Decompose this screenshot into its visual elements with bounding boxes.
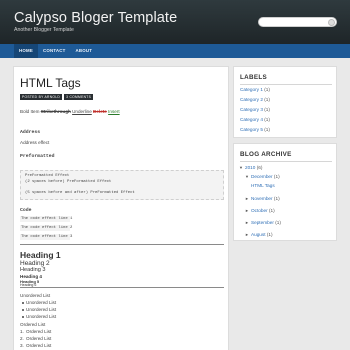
nav-item-about[interactable]: ABOUT: [71, 44, 98, 58]
list-item: Ordered List: [26, 336, 52, 341]
ordered-list-label: Ordered List: [20, 322, 46, 327]
label-item[interactable]: Category 2 (1): [240, 97, 270, 102]
archive-count: (1): [268, 208, 275, 213]
label-link[interactable]: Category 5: [240, 127, 263, 132]
pre-line: (5 spaces before and after) PreFormatted…: [25, 191, 135, 195]
labels-widget: LABELS Category 1 (1) Category 2 (1) Cat…: [233, 66, 337, 138]
search-box: [258, 17, 337, 27]
code-label: Code: [20, 208, 32, 213]
inline-formatting-line: Bold Item Strikethrough Underline Delete…: [20, 109, 120, 114]
archive-month-link[interactable]: September: [251, 220, 274, 225]
heading-2: Heading 2: [20, 260, 50, 267]
label-link[interactable]: Category 2: [240, 97, 263, 102]
label-link[interactable]: Category 4: [240, 117, 263, 122]
label-item[interactable]: Category 4 (1): [240, 117, 270, 122]
bullet-icon: [22, 302, 24, 304]
label-count: (1): [264, 117, 270, 122]
site-title[interactable]: Calypso Bloger Template: [14, 10, 177, 26]
list-number: 3.: [20, 343, 24, 348]
nav-item-contact[interactable]: CONTACT: [38, 44, 71, 58]
post-meta: POSTED BY ARNOLD 3 COMMENTS: [20, 94, 94, 100]
label-link[interactable]: Category 3: [240, 107, 263, 112]
archive-widget-title: BLOG ARCHIVE: [240, 151, 292, 158]
collapse-arrow-icon[interactable]: ▼: [245, 174, 249, 179]
list-item: Ordered List: [26, 329, 52, 334]
heading-3: Heading 3: [20, 267, 46, 273]
widget-divider: [240, 161, 332, 162]
archive-count: (1): [266, 232, 273, 237]
post-container: HTML Tags POSTED BY ARNOLD 3 COMMENTS Bo…: [13, 66, 229, 350]
bullet-icon: [22, 316, 24, 318]
search-button[interactable]: [328, 19, 335, 26]
label-item[interactable]: Category 3 (1): [240, 107, 270, 112]
list-number: 1.: [20, 329, 24, 334]
post-comments-badge[interactable]: 3 COMMENTS: [64, 94, 94, 100]
archive-count: (1): [273, 196, 280, 201]
post-author-badge[interactable]: POSTED BY ARNOLD: [20, 94, 63, 100]
heading-1: Heading 1: [20, 250, 61, 260]
code-line: The code effect line 2: [20, 225, 73, 231]
list-item: Ordered List: [26, 343, 52, 348]
archive-month-link[interactable]: November: [251, 196, 273, 201]
archive-count: (1): [273, 174, 280, 179]
label-count: (1): [264, 87, 270, 92]
archive-year[interactable]: ▼ 2010 (6): [239, 165, 262, 170]
archive-year-link[interactable]: 2010: [245, 165, 255, 170]
preformatted-label: Preformatted: [20, 154, 55, 159]
archive-count: (6): [256, 165, 263, 170]
underline-text: Underline: [72, 109, 92, 114]
archive-month-november[interactable]: ► November (1): [245, 196, 280, 201]
archive-month-august[interactable]: ► August (1): [245, 232, 273, 237]
code-line: The code effect line 1: [20, 216, 73, 222]
archive-month-october[interactable]: ► October (1): [245, 208, 275, 213]
horizontal-rule: [20, 244, 224, 245]
label-link[interactable]: Category 1: [240, 87, 263, 92]
bold-text: Bold Item: [20, 109, 40, 114]
archive-month-september[interactable]: ► September (1): [245, 220, 281, 225]
label-count: (1): [264, 97, 270, 102]
labels-widget-title: LABELS: [240, 74, 267, 81]
strikethrough-text: Strikethrough: [40, 109, 71, 114]
post-title[interactable]: HTML Tags: [20, 76, 81, 90]
horizontal-rule: [20, 287, 224, 288]
label-count: (1): [264, 127, 270, 132]
site-header: Calypso Bloger Template Another Blogger …: [0, 0, 350, 44]
archive-month-link[interactable]: October: [251, 208, 268, 213]
insert-text: Insert: [108, 109, 120, 114]
address-text: Address effect: [20, 140, 50, 145]
expand-arrow-icon[interactable]: ►: [245, 220, 249, 225]
pre-line: (2 spaces before) PreFormatted Effect: [25, 180, 112, 184]
search-input[interactable]: [263, 19, 327, 26]
label-item[interactable]: Category 5 (1): [240, 127, 270, 132]
blog-archive-widget: BLOG ARCHIVE ▼ 2010 (6) ▼ December (1) HTM…: [233, 143, 337, 241]
expand-arrow-icon[interactable]: ►: [245, 208, 249, 213]
archive-count: (1): [275, 220, 281, 225]
archive-month-link[interactable]: December: [251, 174, 273, 179]
list-item: Unordered List: [26, 307, 57, 312]
list-number: 2.: [20, 336, 24, 341]
widget-divider: [240, 84, 332, 85]
archive-post-link[interactable]: HTML Tags: [251, 183, 275, 188]
label-item[interactable]: Category 1 (1): [240, 87, 270, 92]
unordered-list-label: Unordered List: [20, 293, 51, 298]
main-nav: HOME CONTACT ABOUT: [0, 44, 350, 58]
expand-arrow-icon[interactable]: ►: [245, 232, 249, 237]
expand-arrow-icon[interactable]: ►: [245, 196, 249, 201]
bullet-icon: [22, 309, 24, 311]
code-line: The code effect line 3: [20, 234, 73, 240]
list-item: Unordered List: [26, 300, 57, 305]
preformatted-block: PreFormatted Effect (2 spaces before) Pr…: [20, 170, 224, 200]
collapse-arrow-icon[interactable]: ▼: [239, 165, 243, 170]
delete-text: Delete: [93, 109, 107, 114]
site-description: Another Blogger Template: [14, 27, 74, 33]
nav-item-home[interactable]: HOME: [14, 44, 38, 58]
archive-month-link[interactable]: August: [251, 232, 266, 237]
list-item: Unordered List: [26, 314, 57, 319]
archive-month-december[interactable]: ▼ December (1): [245, 174, 280, 179]
address-label: Address: [20, 130, 41, 135]
pre-line: PreFormatted Effect: [25, 174, 70, 178]
label-count: (1): [264, 107, 270, 112]
